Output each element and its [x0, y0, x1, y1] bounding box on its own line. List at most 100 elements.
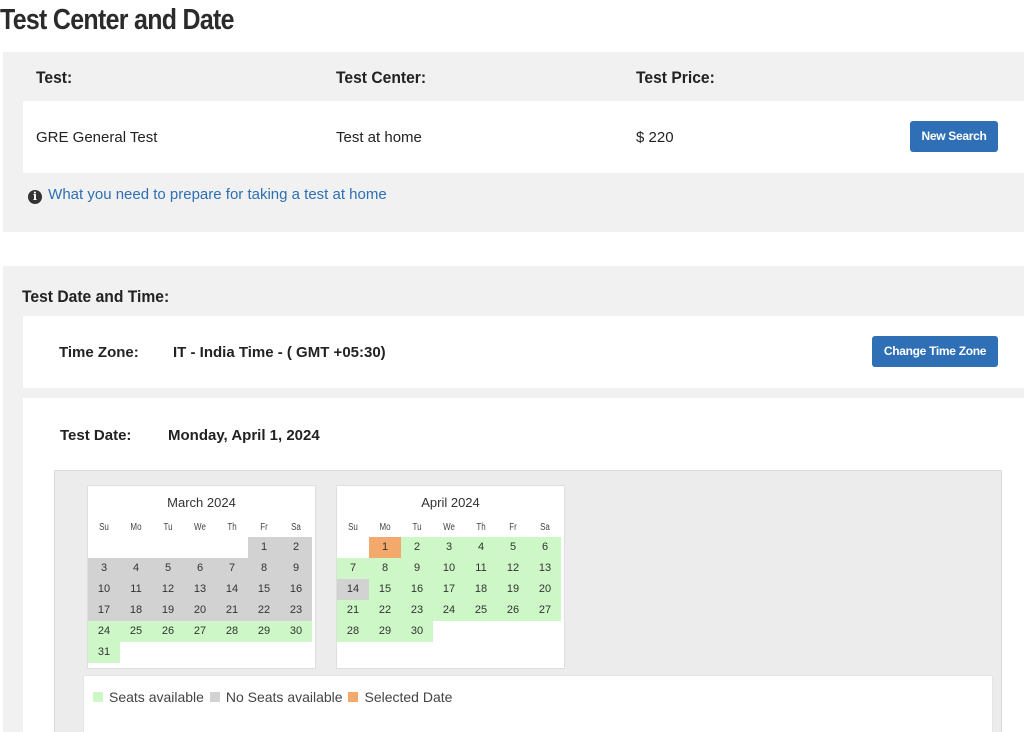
- available-day-cell[interactable]: 26: [497, 600, 529, 621]
- legend-no-seats-label: No Seats available: [225, 689, 343, 705]
- calendar-april: April 2024 Su Mo Tu We Th Fr Sa 1 2 3 4 5 6 7 8 9 10 11 1…: [336, 485, 565, 669]
- test-header: Test:: [36, 68, 73, 87]
- calendar-title: April 2024: [421, 495, 480, 510]
- unavailable-day-cell: 23: [280, 600, 312, 621]
- weekday-label: Tu: [163, 522, 173, 533]
- empty-day-cell: [88, 537, 120, 558]
- available-day-cell[interactable]: 23: [401, 600, 433, 621]
- available-day-cell[interactable]: 17: [433, 579, 465, 600]
- available-day-cell[interactable]: 15: [369, 579, 401, 600]
- weekday-label: Tu: [412, 522, 422, 533]
- available-day-cell[interactable]: 19: [497, 579, 529, 600]
- available-day-cell[interactable]: 16: [401, 579, 433, 600]
- unavailable-day-cell: 15: [248, 579, 280, 600]
- time-zone-label: Time Zone:: [59, 344, 139, 361]
- available-day-cell[interactable]: 25: [465, 600, 497, 621]
- unavailable-day-cell: 5: [152, 558, 184, 579]
- prepare-link-text[interactable]: What you need to prepare for taking a te…: [48, 186, 387, 203]
- empty-day-cell: [120, 537, 152, 558]
- available-day-cell[interactable]: 2: [401, 537, 433, 558]
- calendar-title: March 2024: [167, 495, 236, 510]
- available-day-cell[interactable]: 13: [529, 558, 561, 579]
- weekday-label: We: [194, 522, 206, 533]
- available-day-cell[interactable]: 10: [433, 558, 465, 579]
- legend-available: Seats available: [93, 689, 204, 705]
- test-info-panel: Test: Test Center: Test Price: GRE Gener…: [3, 52, 1024, 232]
- empty-day-cell: [184, 537, 216, 558]
- available-day-cell[interactable]: 24: [433, 600, 465, 621]
- available-day-cell[interactable]: 29: [369, 621, 401, 642]
- weekday-label: Fr: [509, 522, 517, 533]
- weekday-label: Mo: [379, 522, 391, 533]
- available-day-cell[interactable]: 11: [465, 558, 497, 579]
- unavailable-day-cell: 2: [280, 537, 312, 558]
- new-search-button[interactable]: New Search: [910, 121, 998, 152]
- legend-available-label: Seats available: [109, 689, 204, 705]
- test-price-header: Test Price:: [636, 68, 715, 87]
- available-day-cell[interactable]: 30: [280, 621, 312, 642]
- available-day-cell[interactable]: 22: [369, 600, 401, 621]
- info-icon: i: [28, 190, 42, 204]
- weekday-label: Th: [227, 522, 237, 533]
- test-center-header: Test Center:: [336, 68, 427, 87]
- available-day-cell[interactable]: 24: [88, 621, 120, 642]
- available-day-cell[interactable]: 4: [465, 537, 497, 558]
- weekday-header: Su Mo Tu We Th Fr Sa: [88, 522, 315, 536]
- legend: Seats available No Seats available Selec…: [93, 689, 454, 705]
- unavailable-day-cell: 1: [248, 537, 280, 558]
- test-info-header: Test: Test Center: Test Price:: [3, 68, 1024, 98]
- unavailable-day-cell: 19: [152, 600, 184, 621]
- test-price-value: $ 220: [636, 129, 674, 146]
- unavailable-day-cell: 11: [120, 579, 152, 600]
- available-day-cell[interactable]: 29: [248, 621, 280, 642]
- unavailable-day-cell: 21: [216, 600, 248, 621]
- available-day-cell[interactable]: 31: [88, 642, 120, 663]
- unavailable-day-cell: 8: [248, 558, 280, 579]
- unavailable-day-cell: 9: [280, 558, 312, 579]
- available-day-cell[interactable]: 9: [401, 558, 433, 579]
- available-day-cell[interactable]: 6: [529, 537, 561, 558]
- unavailable-day-cell: 10: [88, 579, 120, 600]
- unavailable-day-cell: 22: [248, 600, 280, 621]
- unavailable-day-cell: 18: [120, 600, 152, 621]
- prepare-info-link[interactable]: i What you need to prepare for taking a …: [28, 186, 387, 204]
- unavailable-day-cell: 4: [120, 558, 152, 579]
- available-day-cell[interactable]: 20: [529, 579, 561, 600]
- weekday-label: Th: [476, 522, 486, 533]
- test-name: GRE General Test: [36, 129, 158, 146]
- available-swatch: [93, 692, 103, 702]
- test-date-label: Test Date:: [60, 427, 132, 444]
- weekday-label: Sa: [540, 522, 550, 533]
- change-time-zone-button[interactable]: Change Time Zone: [872, 336, 998, 367]
- unavailable-day-cell: 13: [184, 579, 216, 600]
- available-day-cell[interactable]: 30: [401, 621, 433, 642]
- available-day-cell[interactable]: 28: [337, 621, 369, 642]
- weekday-label: Su: [99, 522, 109, 533]
- available-day-cell[interactable]: 26: [152, 621, 184, 642]
- available-day-cell[interactable]: 27: [529, 600, 561, 621]
- test-date-area: Test Date: Monday, April 1, 2024 March 2…: [23, 398, 1024, 732]
- available-day-cell[interactable]: 5: [497, 537, 529, 558]
- test-center-value: Test at home: [336, 129, 422, 146]
- time-zone-value: IT - India Time - ( GMT +05:30): [173, 344, 386, 361]
- empty-day-cell: [337, 537, 369, 558]
- available-day-cell[interactable]: 8: [369, 558, 401, 579]
- weekday-header: Su Mo Tu We Th Fr Sa: [337, 522, 564, 536]
- weekday-label: We: [443, 522, 455, 533]
- available-day-cell[interactable]: 28: [216, 621, 248, 642]
- selected-swatch: [348, 692, 359, 702]
- available-day-cell[interactable]: 18: [465, 579, 497, 600]
- available-day-cell[interactable]: 21: [337, 600, 369, 621]
- available-day-cell[interactable]: 3: [433, 537, 465, 558]
- available-day-cell[interactable]: 7: [337, 558, 369, 579]
- selected-day-cell[interactable]: 1: [369, 537, 401, 558]
- available-day-cell[interactable]: 12: [497, 558, 529, 579]
- available-day-cell[interactable]: 25: [120, 621, 152, 642]
- available-day-cell[interactable]: 27: [184, 621, 216, 642]
- calendar-march: March 2024 Su Mo Tu We Th Fr Sa 1 2 3 4 5 6 7 8 9 10 11 1…: [87, 485, 316, 669]
- test-date-value: Monday, April 1, 2024: [168, 427, 320, 444]
- legend-no-seats: No Seats available: [209, 689, 343, 705]
- date-time-panel: Test Date and Time: Time Zone: IT - Indi…: [3, 266, 1024, 732]
- legend-selected: Selected Date: [348, 689, 452, 705]
- test-info-row: GRE General Test Test at home $ 220 New …: [23, 101, 1024, 173]
